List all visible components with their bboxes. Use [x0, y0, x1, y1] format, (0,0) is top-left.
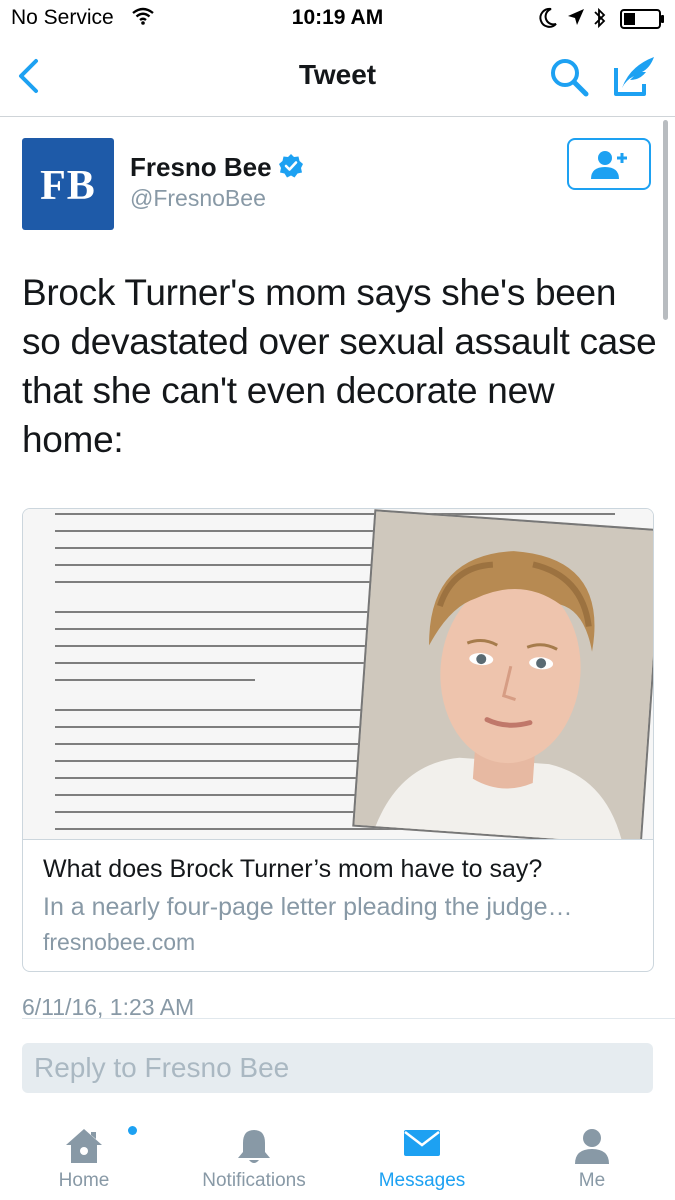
link-card[interactable]: What does Brock Turner’s mom have to say… — [22, 508, 654, 972]
search-button[interactable] — [548, 56, 590, 98]
author-name[interactable]: Fresno Bee — [130, 152, 272, 183]
avatar-initials: FB — [40, 163, 96, 209]
bluetooth-icon — [594, 7, 606, 29]
card-description: In a nearly four-page letter pleading th… — [43, 893, 573, 921]
moon-icon — [539, 7, 557, 28]
card-image[interactable] — [23, 509, 653, 840]
tab-messages[interactable]: Messages — [354, 1112, 490, 1200]
card-domain: fresnobee.com — [43, 929, 196, 955]
tweet-text: Brock Turner's mom says she's been so de… — [22, 272, 657, 460]
person-icon — [575, 1129, 609, 1164]
card-title[interactable]: What does Brock Turner’s mom have to say… — [43, 855, 643, 884]
tweet-timestamp: 6/11/16, 1:23 AM — [22, 994, 195, 1020]
tab-notifications-label: Notifications — [202, 1170, 306, 1191]
reply-input[interactable]: Reply to Fresno Bee — [22, 1043, 653, 1093]
mugshot-photo — [352, 509, 653, 839]
compose-icon — [614, 57, 654, 96]
scroll-indicator[interactable] — [663, 120, 668, 320]
divider — [22, 1018, 675, 1019]
location-arrow-icon — [568, 9, 584, 25]
status-bar: No Service 10:19 AM — [0, 0, 675, 38]
verified-badge-icon — [279, 154, 303, 178]
tab-bar: Home Notifications Messages Me — [0, 1112, 675, 1200]
tab-home[interactable]: Home — [24, 1112, 144, 1200]
home-icon — [66, 1129, 102, 1163]
search-icon — [551, 59, 589, 97]
battery-icon — [620, 9, 664, 29]
tab-notifications[interactable]: Notifications — [174, 1112, 334, 1200]
avatar[interactable]: FB — [22, 138, 114, 230]
nav-bar: Tweet — [0, 38, 675, 117]
bell-icon — [238, 1130, 270, 1163]
compose-tweet-button[interactable] — [612, 54, 658, 98]
tab-messages-label: Messages — [378, 1170, 466, 1191]
tab-home-label: Home — [58, 1170, 110, 1191]
home-notification-dot — [128, 1126, 137, 1135]
envelope-icon — [404, 1130, 440, 1156]
add-user-icon — [591, 151, 627, 179]
tab-me-label: Me — [578, 1170, 606, 1191]
author-handle[interactable]: @FresnoBee — [130, 185, 266, 212]
follow-button[interactable] — [567, 138, 651, 190]
tab-me[interactable]: Me — [544, 1112, 640, 1200]
